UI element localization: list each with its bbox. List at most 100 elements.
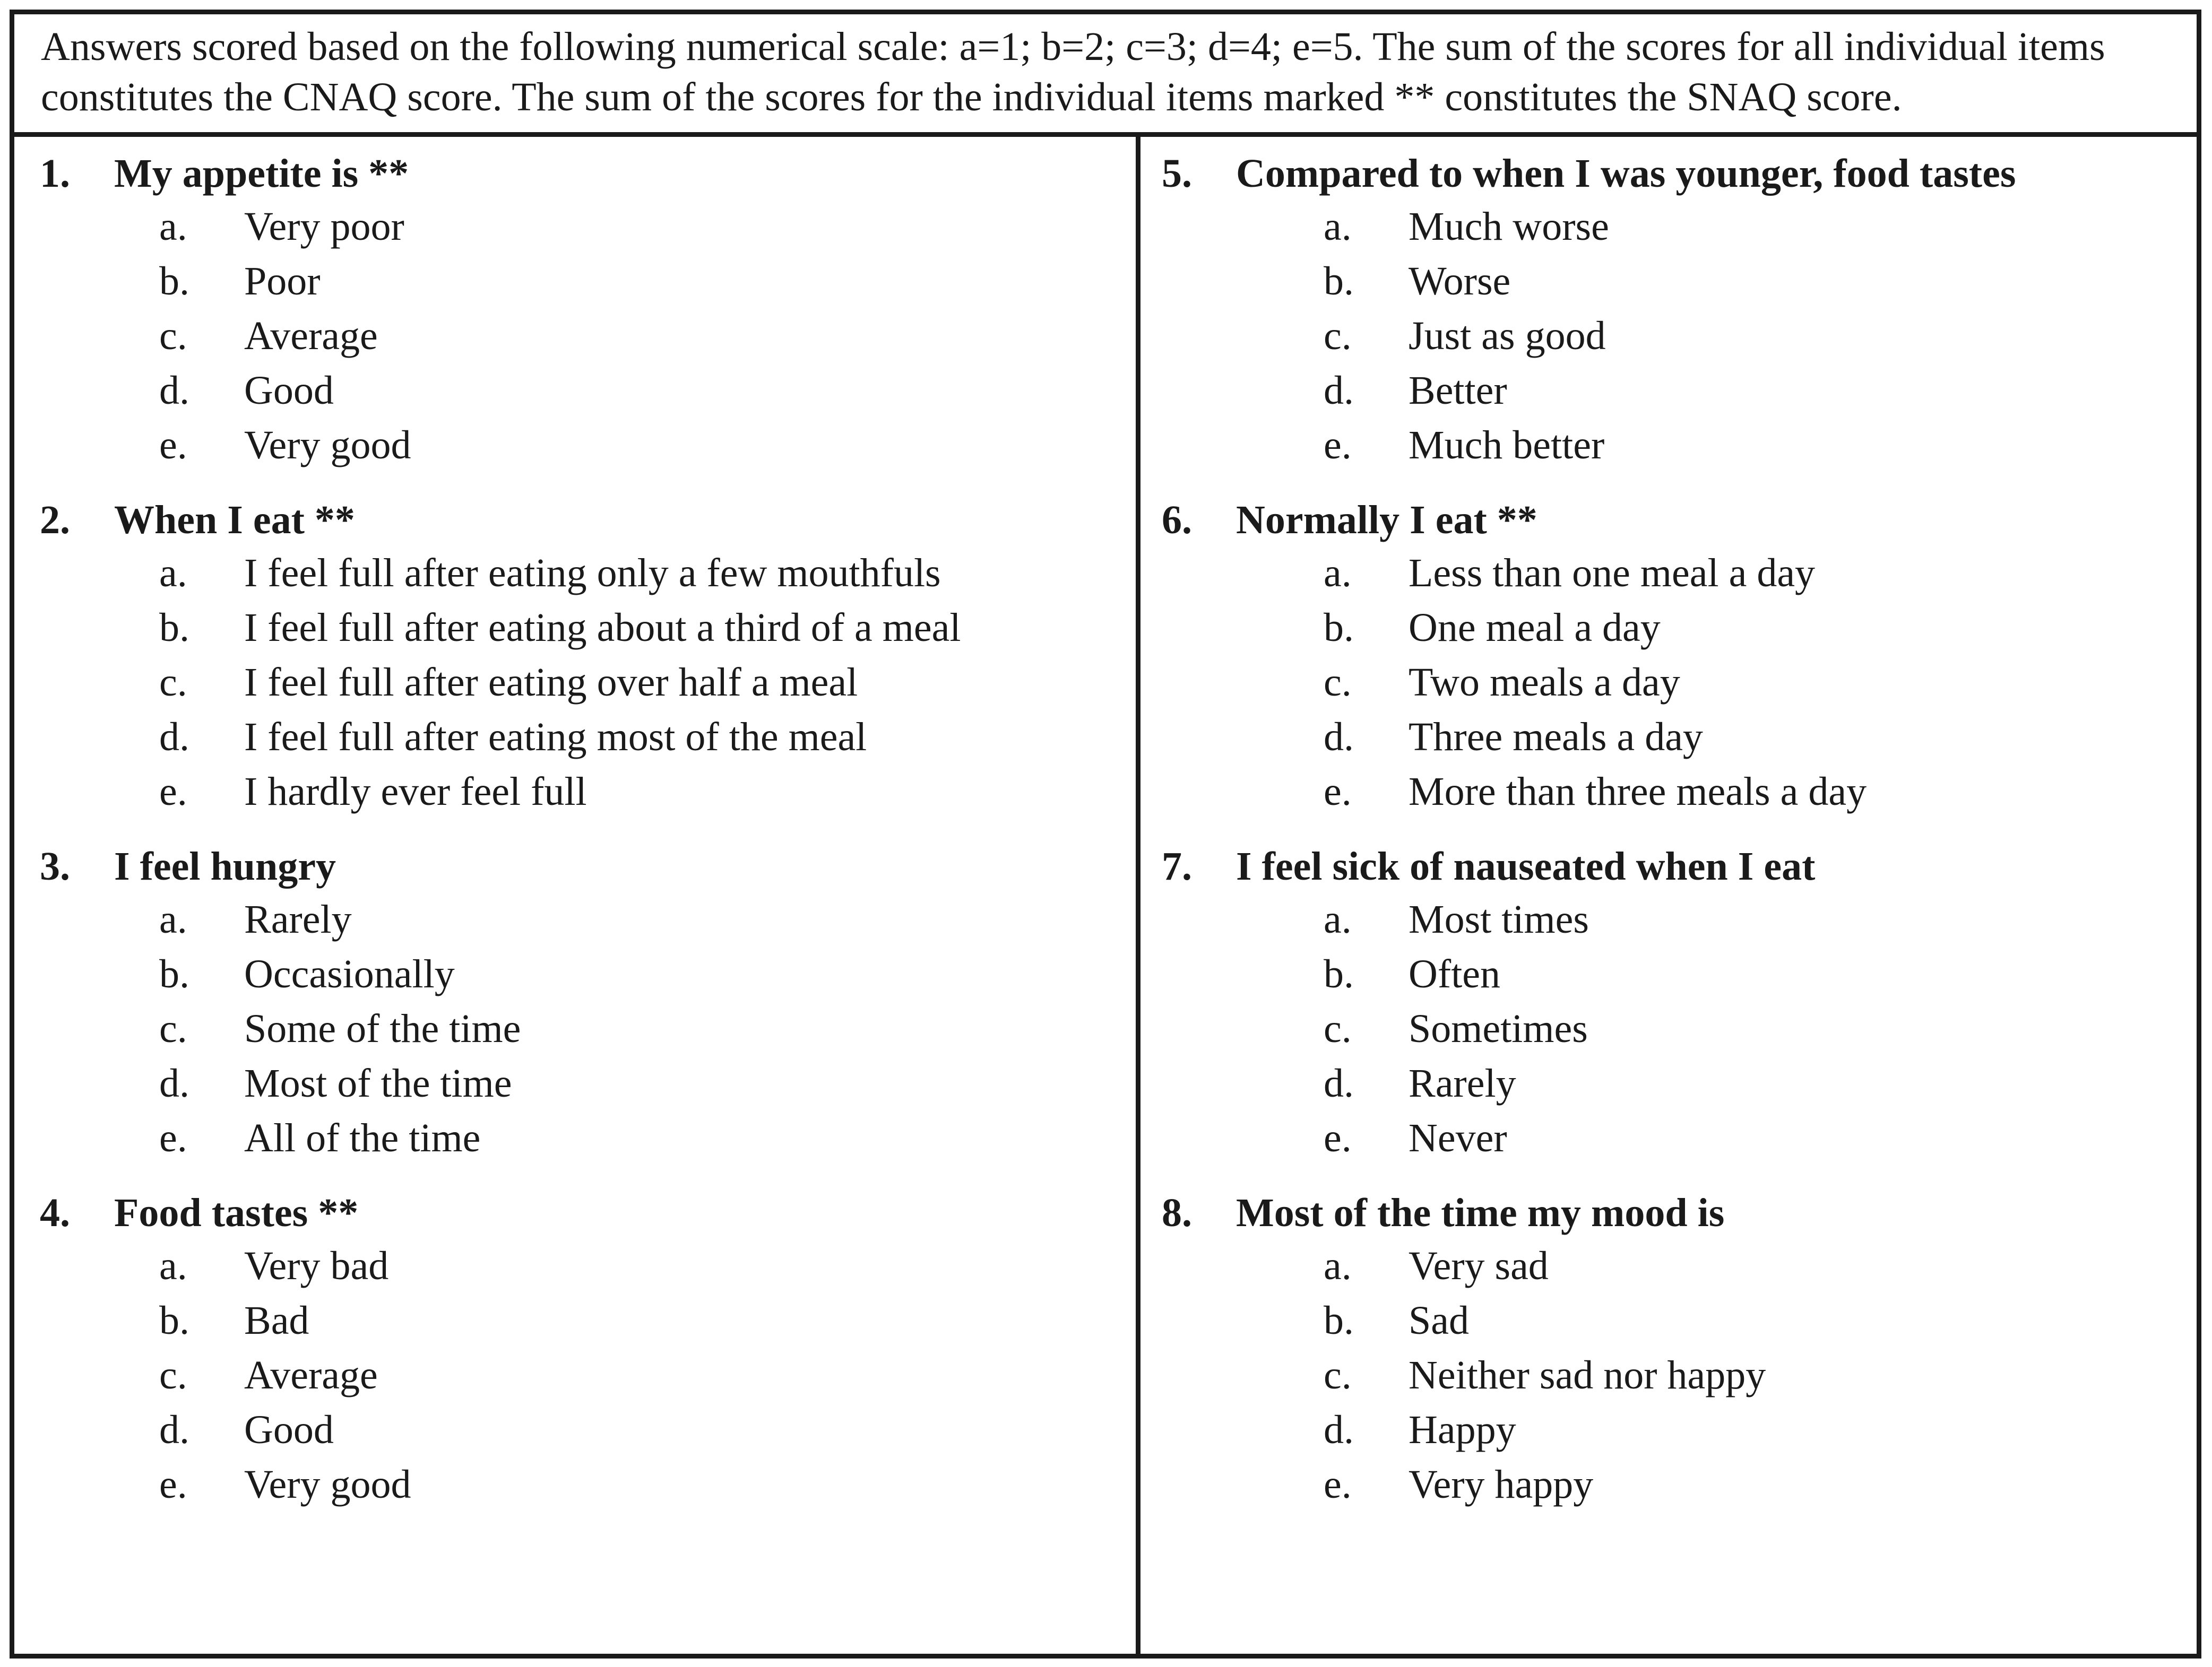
answer-text-8d: Happy: [1409, 1408, 1516, 1452]
answer-option-8e[interactable]: e. Very happy: [1162, 1457, 2191, 1512]
answer-option-6d[interactable]: d. Three meals a day: [1162, 710, 2191, 765]
answer-option-4d[interactable]: d. Good: [40, 1403, 1130, 1457]
answer-option-2c[interactable]: c. I feel full after eating over half a …: [40, 655, 1130, 710]
answer-option-5a[interactable]: a. Much worse: [1162, 199, 2191, 254]
answer-option-7e[interactable]: e. Never: [1162, 1111, 2191, 1166]
question-number-8: 8.: [1162, 1191, 1192, 1235]
answer-option-1b[interactable]: b. Poor: [40, 254, 1130, 309]
answer-text-7d: Rarely: [1409, 1061, 1516, 1106]
answer-letter-8b: b.: [1324, 1298, 1354, 1343]
answer-option-3a[interactable]: a. Rarely: [40, 892, 1130, 947]
answer-letter-3c: c.: [159, 1006, 187, 1051]
answer-text-1a: Very poor: [244, 204, 404, 249]
answer-option-8a[interactable]: a. Very sad: [1162, 1239, 2191, 1293]
answer-option-1d[interactable]: d. Good: [40, 363, 1130, 418]
answer-option-5d[interactable]: d. Better: [1162, 363, 2191, 418]
answer-letter-5d: d.: [1324, 368, 1354, 413]
answer-text-1b: Poor: [244, 259, 321, 303]
questionnaire-table: Answers scored based on the following nu…: [10, 10, 2201, 1659]
answer-letter-1e: e.: [159, 423, 187, 467]
answer-letter-5c: c.: [1324, 314, 1352, 358]
answer-letter-7e: e.: [1324, 1116, 1352, 1160]
question-block-3: 3. I feel hungry a. Rarely b. Occasional…: [40, 840, 1130, 1166]
answer-text-5e: Much better: [1409, 423, 1605, 467]
answer-option-4c[interactable]: c. Average: [40, 1348, 1130, 1403]
answer-option-3e[interactable]: e. All of the time: [40, 1111, 1130, 1166]
answer-text-5d: Better: [1409, 368, 1507, 413]
answer-option-1c[interactable]: c. Average: [40, 309, 1130, 363]
answer-letter-3e: e.: [159, 1116, 187, 1160]
answer-text-7b: Often: [1409, 952, 1501, 996]
question-block-6: 6. Normally I eat ** a. Less than one me…: [1162, 494, 2191, 819]
answer-list-5: a. Much worse b. Worse c. Just as good d…: [1162, 199, 2191, 473]
left-column: 1. My appetite is ** a. Very poor b. Poo…: [14, 137, 1140, 1654]
answer-letter-6c: c.: [1324, 660, 1352, 705]
answer-text-2d: I feel full after eating most of the mea…: [244, 715, 867, 759]
answer-option-2b[interactable]: b. I feel full after eating about a thir…: [40, 601, 1130, 655]
answer-option-8c[interactable]: c. Neither sad nor happy: [1162, 1348, 2191, 1403]
answer-text-8e: Very happy: [1409, 1462, 1594, 1507]
answer-option-1e[interactable]: e. Very good: [40, 418, 1130, 473]
answer-option-1a[interactable]: a. Very poor: [40, 199, 1130, 254]
question-text-4: Food tastes **: [114, 1191, 359, 1235]
answer-text-3b: Occasionally: [244, 952, 455, 996]
right-column: 5. Compared to when I was younger, food …: [1140, 137, 2197, 1654]
question-block-7: 7. I feel sick of nauseated when I eat a…: [1162, 840, 2191, 1166]
answer-option-6a[interactable]: a. Less than one meal a day: [1162, 546, 2191, 601]
answer-option-6b[interactable]: b. One meal a day: [1162, 601, 2191, 655]
answer-option-5e[interactable]: e. Much better: [1162, 418, 2191, 473]
answer-option-3d[interactable]: d. Most of the time: [40, 1056, 1130, 1111]
answer-text-7a: Most times: [1409, 897, 1589, 942]
answer-option-7d[interactable]: d. Rarely: [1162, 1056, 2191, 1111]
question-number-6: 6.: [1162, 498, 1192, 542]
answer-text-6d: Three meals a day: [1409, 715, 1703, 759]
answer-option-3b[interactable]: b. Occasionally: [40, 947, 1130, 1002]
answer-option-2a[interactable]: a. I feel full after eating only a few m…: [40, 546, 1130, 601]
answer-text-8b: Sad: [1409, 1298, 1469, 1343]
answer-option-7b[interactable]: b. Often: [1162, 947, 2191, 1002]
answer-letter-2b: b.: [159, 605, 189, 650]
answer-text-3a: Rarely: [244, 897, 352, 942]
answer-option-2d[interactable]: d. I feel full after eating most of the …: [40, 710, 1130, 765]
answer-letter-6a: a.: [1324, 551, 1352, 595]
question-block-5: 5. Compared to when I was younger, food …: [1162, 147, 2191, 473]
question-title-5: 5. Compared to when I was younger, food …: [1162, 147, 2191, 199]
answer-letter-1a: a.: [159, 204, 187, 249]
answer-option-6e[interactable]: e. More than three meals a day: [1162, 765, 2191, 819]
answer-letter-5b: b.: [1324, 259, 1354, 303]
answer-option-6c[interactable]: c. Two meals a day: [1162, 655, 2191, 710]
answer-option-8b[interactable]: b. Sad: [1162, 1293, 2191, 1348]
scoring-instructions-header: Answers scored based on the following nu…: [14, 14, 2197, 137]
question-text-5: Compared to when I was younger, food tas…: [1236, 151, 2016, 196]
answer-text-6b: One meal a day: [1409, 605, 1661, 650]
question-block-1: 1. My appetite is ** a. Very poor b. Poo…: [40, 147, 1130, 473]
question-number-4: 4.: [40, 1191, 70, 1235]
answer-option-4e[interactable]: e. Very good: [40, 1457, 1130, 1512]
answer-option-3c[interactable]: c. Some of the time: [40, 1002, 1130, 1056]
answer-option-4b[interactable]: b. Bad: [40, 1293, 1130, 1348]
answer-option-5b[interactable]: b. Worse: [1162, 254, 2191, 309]
answer-letter-5e: e.: [1324, 423, 1352, 467]
question-text-6: Normally I eat **: [1236, 498, 1537, 542]
scoring-instructions-text: Answers scored based on the following nu…: [41, 24, 2105, 119]
question-block-2: 2. When I eat ** a. I feel full after ea…: [40, 494, 1130, 819]
answer-list-2: a. I feel full after eating only a few m…: [40, 546, 1130, 819]
answer-option-7a[interactable]: a. Most times: [1162, 892, 2191, 947]
questionnaire-columns: 1. My appetite is ** a. Very poor b. Poo…: [14, 137, 2197, 1654]
answer-option-8d[interactable]: d. Happy: [1162, 1403, 2191, 1457]
question-number-1: 1.: [40, 151, 70, 196]
answer-option-5c[interactable]: c. Just as good: [1162, 309, 2191, 363]
answer-text-3c: Some of the time: [244, 1006, 521, 1051]
answer-letter-5a: a.: [1324, 204, 1352, 249]
answer-letter-1d: d.: [159, 368, 189, 413]
answer-letter-6b: b.: [1324, 605, 1354, 650]
question-title-1: 1. My appetite is **: [40, 147, 1130, 199]
answer-letter-6d: d.: [1324, 715, 1354, 759]
answer-option-7c[interactable]: c. Sometimes: [1162, 1002, 2191, 1056]
question-block-4: 4. Food tastes ** a. Very bad b. Bad c. …: [40, 1187, 1130, 1512]
answer-text-5c: Just as good: [1409, 314, 1606, 358]
answer-option-2e[interactable]: e. I hardly ever feel full: [40, 765, 1130, 819]
answer-list-3: a. Rarely b. Occasionally c. Some of the…: [40, 892, 1130, 1166]
answer-option-4a[interactable]: a. Very bad: [40, 1239, 1130, 1293]
answer-letter-7a: a.: [1324, 897, 1352, 942]
